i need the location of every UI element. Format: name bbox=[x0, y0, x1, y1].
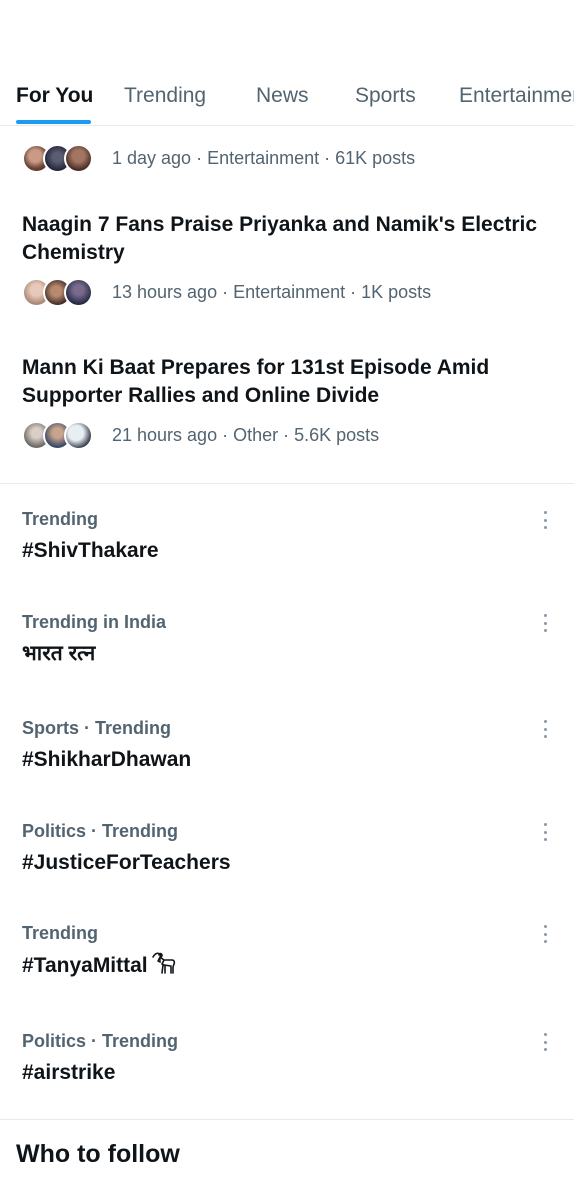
trend-item[interactable]: Politics · Trending #JusticeForTeachers bbox=[22, 819, 552, 877]
trend-category: Trending in India bbox=[22, 612, 166, 632]
news-item[interactable]: Naagin 7 Fans Praise Priyanka and Namik'… bbox=[22, 211, 552, 307]
trend-topic: #airstrike bbox=[22, 1061, 116, 1084]
active-tab-indicator bbox=[16, 120, 91, 124]
news-item[interactable]: Mann Ki Baat Prepares for 131st Episode … bbox=[22, 354, 552, 450]
more-vertical-icon[interactable] bbox=[538, 1031, 552, 1053]
more-vertical-icon[interactable] bbox=[538, 509, 552, 531]
trend-topic: भारत रत्न bbox=[22, 642, 96, 665]
news-title: Naagin 7 Fans Praise Priyanka and Namik'… bbox=[22, 213, 538, 264]
trend-topic: #ShikharDhawan bbox=[22, 748, 192, 771]
tab-for-you[interactable]: For You bbox=[16, 83, 93, 109]
more-vertical-icon[interactable] bbox=[538, 923, 552, 945]
avatar bbox=[64, 420, 93, 450]
trend-topic: #JusticeForTeachers bbox=[22, 851, 231, 874]
news-item[interactable]: 1 day ago · Entertainment · 61K posts bbox=[22, 133, 552, 173]
tab-news[interactable]: News bbox=[256, 83, 309, 109]
section-divider bbox=[0, 1119, 574, 1120]
trend-category: Trending bbox=[22, 509, 98, 529]
tab-trending[interactable]: Trending bbox=[124, 83, 206, 109]
explore-tabs: For You Trending News Sports Entertainme… bbox=[0, 0, 574, 126]
trend-category: Politics · Trending bbox=[22, 821, 179, 841]
trend-category: Sports · Trending bbox=[22, 718, 172, 738]
avatar-stack bbox=[22, 277, 102, 307]
news-meta: 13 hours ago · Entertainment · 1K posts bbox=[22, 277, 552, 307]
news-meta: 1 day ago · Entertainment · 61K posts bbox=[22, 143, 552, 173]
trend-item[interactable]: Trending #ShivThakare bbox=[22, 507, 552, 565]
trend-topic: #TanyaMittal bbox=[22, 951, 552, 980]
trend-item[interactable]: Sports · Trending #ShikharDhawan bbox=[22, 716, 552, 774]
trend-topic: #ShivThakare bbox=[22, 539, 159, 562]
avatar bbox=[64, 143, 93, 173]
trend-category: Trending bbox=[22, 923, 98, 943]
section-divider bbox=[0, 483, 574, 484]
news-meta-text: 13 hours ago · Entertainment · 1K posts bbox=[112, 281, 432, 302]
news-meta: 21 hours ago · Other · 5.6K posts bbox=[22, 420, 552, 450]
tab-sports[interactable]: Sports bbox=[355, 83, 416, 109]
more-vertical-icon[interactable] bbox=[538, 821, 552, 843]
more-vertical-icon[interactable] bbox=[538, 612, 552, 634]
more-vertical-icon[interactable] bbox=[538, 718, 552, 740]
tab-entertainment[interactable]: Entertainment bbox=[459, 83, 574, 109]
news-meta-text: 1 day ago · Entertainment · 61K posts bbox=[112, 147, 416, 168]
trend-item[interactable]: Politics · Trending #airstrike bbox=[22, 1029, 552, 1087]
goat-emoji-icon bbox=[151, 952, 175, 974]
trend-category: Politics · Trending bbox=[22, 1031, 179, 1051]
news-title: Mann Ki Baat Prepares for 131st Episode … bbox=[22, 356, 490, 407]
news-meta-text: 21 hours ago · Other · 5.6K posts bbox=[112, 424, 380, 445]
trend-item[interactable]: Trending #TanyaMittal bbox=[22, 921, 552, 980]
avatar bbox=[64, 277, 93, 307]
who-to-follow-heading: Who to follow bbox=[16, 1140, 180, 1168]
trend-item[interactable]: Trending in India भारत रत्न bbox=[22, 610, 552, 668]
avatar-stack bbox=[22, 420, 102, 450]
avatar-stack bbox=[22, 143, 102, 173]
